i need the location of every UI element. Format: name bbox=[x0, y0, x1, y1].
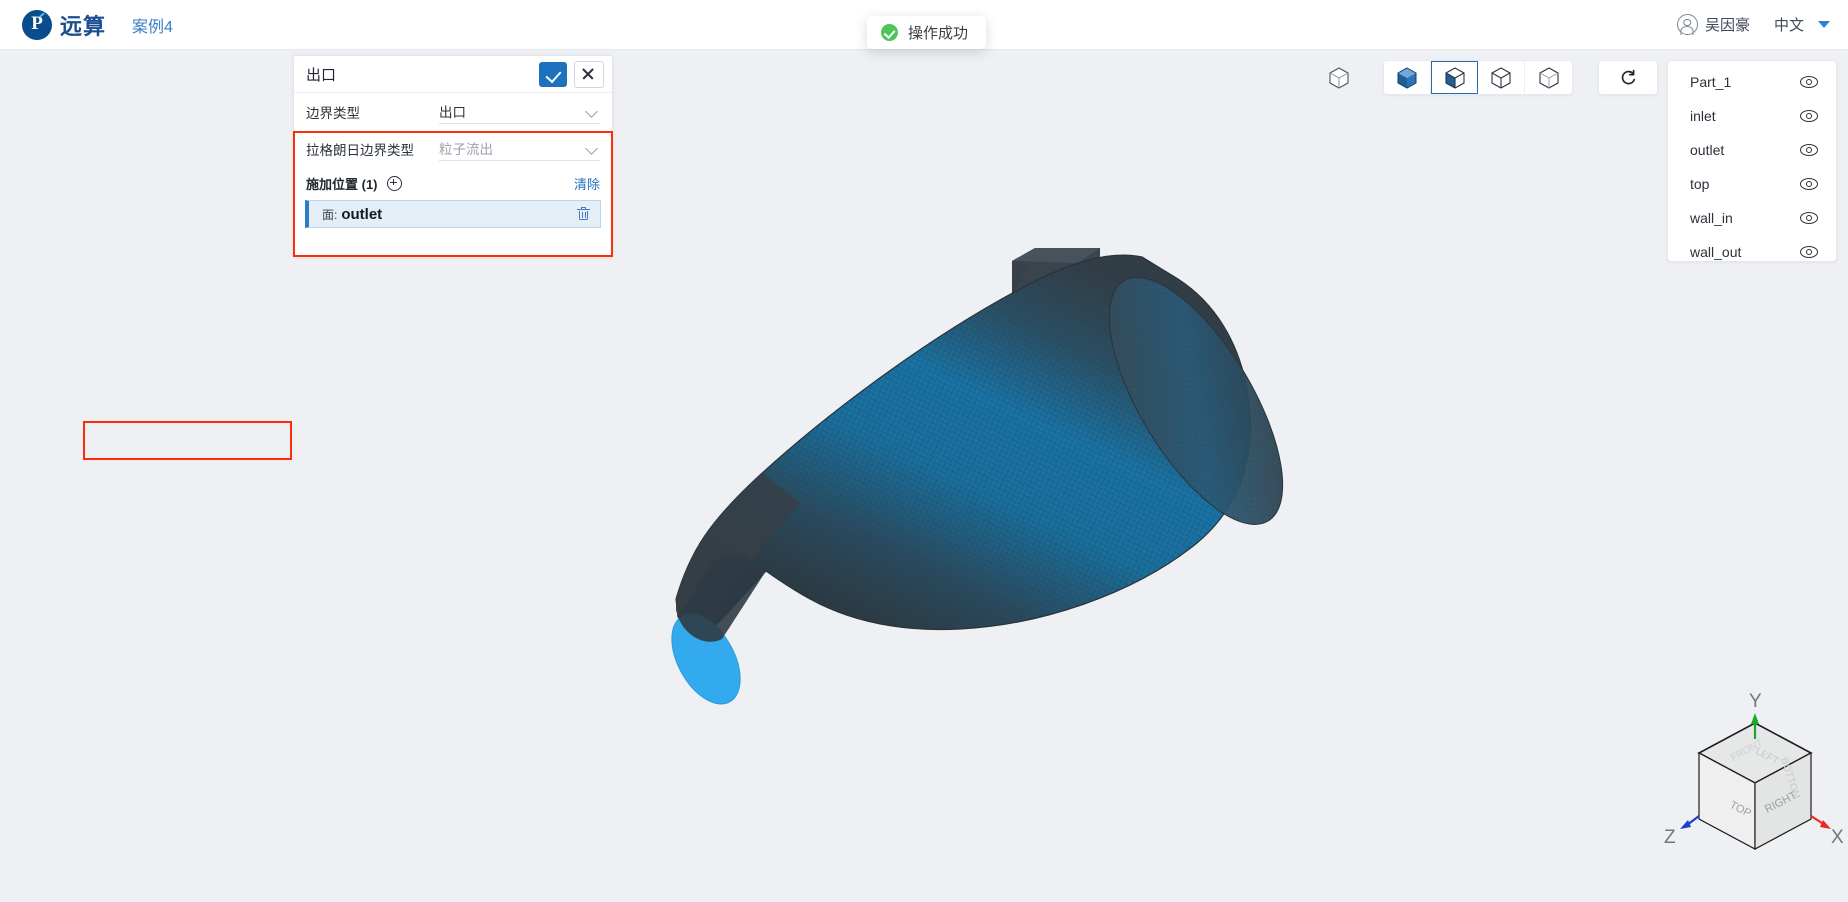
brand[interactable]: P 远算 bbox=[22, 9, 106, 41]
part-row[interactable]: outlet bbox=[1668, 133, 1836, 167]
eye-icon[interactable] bbox=[1800, 110, 1818, 122]
app-logo-icon: P bbox=[22, 9, 52, 40]
eye-icon[interactable] bbox=[1800, 178, 1818, 190]
clear-locations-button[interactable]: 清除 bbox=[574, 174, 600, 193]
eye-icon[interactable] bbox=[1800, 246, 1818, 258]
case-name-label[interactable]: 案例4 bbox=[132, 13, 173, 37]
cancel-button[interactable] bbox=[574, 60, 604, 88]
trash-icon[interactable] bbox=[577, 207, 590, 221]
outline-cube-icon[interactable] bbox=[1478, 61, 1525, 94]
field-label: 拉格朗日边界类型 bbox=[306, 142, 414, 158]
model-canvas[interactable] bbox=[0, 51, 1848, 897]
property-panel-title: 出口 bbox=[306, 66, 337, 84]
solid-blue-cube-icon[interactable] bbox=[1384, 61, 1431, 94]
view-toolbar bbox=[1320, 60, 1658, 95]
language-selector[interactable]: 中文 bbox=[1774, 14, 1804, 35]
half-shaded-cube-icon[interactable] bbox=[1431, 61, 1478, 94]
location-list-item[interactable]: 面: outlet bbox=[305, 200, 601, 228]
navigation-cube[interactable]: TOP RIGHT FRONT LEFT BOTTOM Y X Z bbox=[1663, 691, 1848, 871]
shading-mode-group bbox=[1383, 60, 1573, 95]
confirm-button[interactable] bbox=[539, 61, 567, 87]
success-check-icon bbox=[881, 24, 898, 41]
axis-label-z: Z bbox=[1664, 827, 1676, 848]
chevron-down-icon bbox=[585, 142, 598, 155]
eye-icon[interactable] bbox=[1800, 212, 1818, 224]
field-lagrangian-boundary-type[interactable]: 拉格朗日边界类型 粒子流出 bbox=[294, 130, 612, 167]
topbar-right-group: 吴因豪 中文 bbox=[1676, 14, 1830, 35]
axis-z-arrow bbox=[1680, 815, 1700, 829]
toast-notification: 操作成功 bbox=[867, 16, 987, 49]
brand-name: 远算 bbox=[60, 13, 107, 39]
part-name-label: wall_in bbox=[1690, 210, 1733, 226]
user-circle-icon bbox=[1676, 14, 1698, 35]
location-name: outlet bbox=[341, 205, 383, 223]
field-value: 出口 bbox=[439, 105, 466, 120]
part-name-label: top bbox=[1690, 176, 1710, 192]
locations-header: 施加位置 (1) 清除 bbox=[294, 170, 612, 196]
parts-visibility-panel: Part_1inlet outlet top wall_in wall_out bbox=[1667, 60, 1837, 262]
lagrangian-type-select[interactable]: 粒子流出 bbox=[439, 136, 600, 161]
toast-message: 操作成功 bbox=[908, 25, 969, 42]
wireframe-cube-icon[interactable] bbox=[1320, 61, 1358, 94]
viewport-3d[interactable]: TOP RIGHT FRONT LEFT BOTTOM Y X Z bbox=[0, 51, 1848, 897]
property-panel-header: 出口 bbox=[294, 56, 612, 93]
model-svg bbox=[671, 248, 1284, 705]
field-boundary-type[interactable]: 边界类型 出口 bbox=[294, 93, 612, 130]
part-name-label: inlet bbox=[1690, 108, 1716, 124]
part-name-label: outlet bbox=[1690, 142, 1725, 158]
boundary-type-select[interactable]: 出口 bbox=[439, 99, 600, 124]
part-name-label: wall_out bbox=[1690, 244, 1742, 260]
part-row[interactable]: top bbox=[1668, 167, 1836, 201]
reset-view-icon[interactable] bbox=[1598, 60, 1658, 95]
locations-title: 施加位置 (1) bbox=[306, 176, 378, 192]
axis-label-y: Y bbox=[1749, 691, 1762, 712]
part-name-label: Part_1 bbox=[1690, 74, 1732, 90]
part-row[interactable]: wall_in bbox=[1668, 201, 1836, 235]
part-row[interactable]: wall_out bbox=[1668, 235, 1836, 269]
caret-down-icon[interactable] bbox=[1818, 21, 1830, 28]
eye-icon[interactable] bbox=[1800, 76, 1818, 88]
part-row[interactable]: inlet bbox=[1668, 99, 1836, 133]
axis-x-arrow bbox=[1810, 815, 1831, 829]
field-label: 边界类型 bbox=[306, 105, 360, 121]
eye-icon[interactable] bbox=[1800, 144, 1818, 156]
part-row[interactable]: Part_1 bbox=[1668, 65, 1836, 99]
location-prefix: 面: bbox=[322, 207, 338, 222]
boundary-property-panel: 出口 边界类型 出口 拉格朗日边界类型 粒子流出 施加位置 (1) 清除 面: … bbox=[293, 55, 613, 257]
plus-circle-icon[interactable] bbox=[386, 175, 402, 191]
field-value: 粒子流出 bbox=[439, 142, 493, 157]
edges-cube-icon[interactable] bbox=[1525, 61, 1572, 94]
chevron-down-icon bbox=[585, 105, 598, 118]
user-name-label[interactable]: 吴因豪 bbox=[1705, 14, 1750, 35]
axis-label-x: X bbox=[1831, 827, 1844, 848]
